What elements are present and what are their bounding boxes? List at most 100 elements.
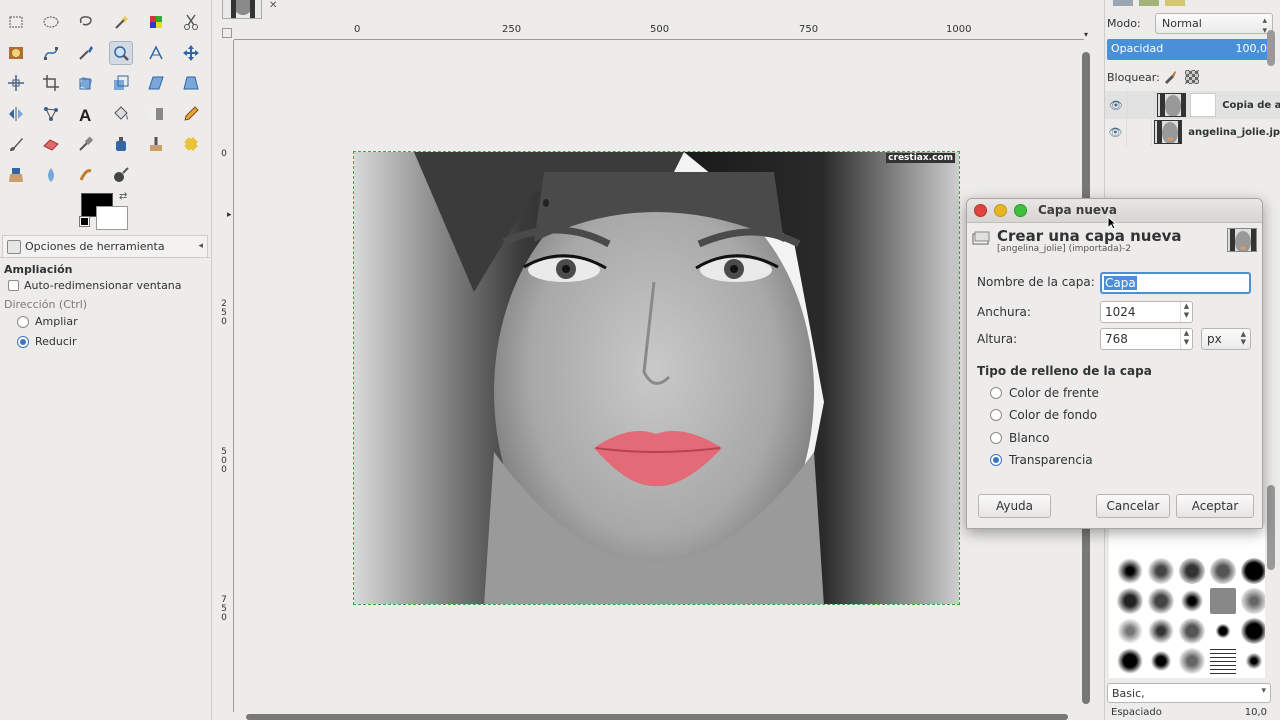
eye-icon[interactable]: 👁	[1105, 126, 1126, 139]
rect-select-icon[interactable]	[4, 10, 28, 34]
brush-preview[interactable]	[1148, 618, 1174, 644]
brush-preview[interactable]	[1241, 618, 1265, 644]
spacing-slider[interactable]: Espaciado 10,0	[1107, 707, 1273, 720]
navigate-icon[interactable]: ▾	[1084, 30, 1088, 39]
tool-options-tab[interactable]: Opciones de herramienta ◂	[2, 235, 208, 257]
brush-preview[interactable]	[1148, 648, 1174, 674]
scissors-icon[interactable]	[179, 10, 203, 34]
blend-icon[interactable]	[144, 102, 168, 126]
radio-button[interactable]	[17, 315, 29, 328]
opacity-slider[interactable]: Opacidad 100,0	[1107, 39, 1273, 60]
brush-preview[interactable]	[1117, 648, 1143, 674]
fill-background-radio[interactable]: Color de fondo	[990, 408, 1097, 422]
image-tab-thumbnail[interactable]	[222, 0, 262, 19]
smudge-icon[interactable]	[74, 163, 98, 187]
mode-select[interactable]: Normal ▴ ▾	[1155, 13, 1273, 36]
perspective-icon[interactable]	[179, 71, 203, 95]
zoom-icon[interactable]	[109, 40, 133, 65]
lock-pixels-icon[interactable]	[1163, 70, 1177, 84]
dock-tabs-icon[interactable]	[1109, 0, 1209, 8]
spin-arrows-icon[interactable]: ▲ ▼	[1180, 302, 1192, 322]
auto-resize-checkbox[interactable]: Auto-redimensionar ventana	[8, 279, 182, 292]
radio-button[interactable]	[990, 387, 1002, 399]
lock-alpha-icon[interactable]	[1185, 70, 1199, 84]
cancel-button[interactable]: Cancelar	[1096, 494, 1170, 518]
brush-preview[interactable]	[1241, 588, 1265, 614]
foreground-select-icon[interactable]	[4, 41, 28, 65]
spin-arrows-icon[interactable]: ▲ ▼	[1180, 329, 1192, 349]
brush-preview[interactable]	[1210, 648, 1236, 674]
airbrush-icon[interactable]	[74, 132, 98, 156]
layer-row[interactable]: 👁 Copia de a	[1105, 91, 1280, 119]
minimize-window-button[interactable]	[994, 204, 1007, 217]
checkbox-box[interactable]	[8, 280, 19, 291]
brush-preview[interactable]	[1241, 558, 1265, 584]
radio-button-selected[interactable]	[990, 454, 1002, 466]
brush-preview[interactable]	[1241, 648, 1265, 674]
quick-mask-toggle[interactable]	[222, 28, 232, 38]
brush-preview[interactable]	[1117, 588, 1143, 614]
lasso-icon[interactable]	[74, 10, 98, 34]
dodge-burn-icon[interactable]	[109, 163, 133, 187]
help-button[interactable]: Ayuda	[978, 494, 1051, 518]
layer-row[interactable]: 👁 angelina_jolie.jpg	[1105, 118, 1280, 146]
dock-scrollbar[interactable]	[1266, 30, 1276, 570]
reset-colors-icon[interactable]	[79, 216, 90, 227]
radio-button-selected[interactable]	[17, 335, 29, 348]
brush-preview[interactable]	[1210, 618, 1236, 644]
background-color-swatch[interactable]	[96, 206, 128, 230]
heal-icon[interactable]	[179, 132, 203, 156]
align-icon[interactable]	[4, 71, 28, 95]
eye-icon[interactable]: 👁	[1105, 99, 1127, 112]
cage-icon[interactable]	[39, 102, 63, 126]
brush-preview[interactable]	[1148, 588, 1174, 614]
brushes-grid[interactable]	[1109, 525, 1265, 678]
rotate-icon[interactable]	[74, 71, 98, 95]
blur-icon[interactable]	[39, 163, 63, 187]
brush-preview[interactable]	[1117, 618, 1143, 644]
scroll-thumb[interactable]	[1267, 30, 1275, 66]
scale-icon[interactable]	[109, 71, 133, 95]
close-image-icon[interactable]: ✕	[269, 0, 277, 11]
ok-button[interactable]: Aceptar	[1176, 494, 1254, 518]
paths-icon[interactable]	[39, 41, 63, 65]
tab-menu-icon[interactable]: ◂	[198, 241, 203, 251]
radio-button[interactable]	[990, 409, 1002, 421]
ink-icon[interactable]	[109, 132, 133, 156]
brush-preview[interactable]	[1179, 618, 1205, 644]
brush-preview[interactable]	[1179, 648, 1205, 674]
brush-preview[interactable]	[1179, 588, 1205, 614]
shear-icon[interactable]	[144, 71, 168, 95]
height-input[interactable]: 768 ▲ ▼	[1100, 328, 1193, 350]
fuzzy-select-icon[interactable]	[109, 10, 133, 34]
color-picker-icon[interactable]	[74, 41, 98, 65]
direction-zoom-out-radio[interactable]: Reducir	[17, 335, 77, 348]
brush-preview[interactable]	[1148, 558, 1174, 584]
swap-colors-icon[interactable]: ⇄	[119, 191, 127, 202]
unit-select[interactable]: px ▲ ▼	[1201, 328, 1251, 350]
fill-foreground-radio[interactable]: Color de frente	[990, 386, 1099, 400]
chain-toggle[interactable]	[1126, 91, 1155, 119]
eraser-icon[interactable]	[39, 132, 63, 156]
color-select-icon[interactable]	[144, 10, 168, 34]
perspective-clone-icon[interactable]	[4, 163, 28, 187]
move-icon[interactable]	[179, 41, 203, 65]
brush-set-select[interactable]: Basic, ▾	[1107, 683, 1271, 703]
maximize-window-button[interactable]	[1014, 204, 1027, 217]
clone-icon[interactable]	[144, 132, 168, 156]
width-input[interactable]: 1024 ▲ ▼	[1100, 301, 1193, 323]
horizontal-scrollbar[interactable]	[246, 714, 1068, 720]
image-canvas[interactable]: crestiax.com	[353, 151, 960, 605]
bucket-fill-icon[interactable]	[109, 102, 133, 126]
pencil-icon[interactable]	[179, 102, 203, 126]
chain-toggle[interactable]	[1125, 118, 1152, 146]
flip-icon[interactable]	[4, 102, 28, 126]
fill-transparency-radio[interactable]: Transparencia	[990, 453, 1093, 467]
layer-name-input[interactable]: Capa	[1100, 272, 1251, 294]
brush-preview[interactable]	[1210, 588, 1236, 614]
scroll-thumb[interactable]	[1267, 485, 1275, 570]
measure-icon[interactable]	[144, 41, 168, 65]
ellipse-select-icon[interactable]	[39, 10, 63, 34]
brush-preview[interactable]	[1117, 558, 1143, 584]
radio-button[interactable]	[990, 432, 1002, 444]
